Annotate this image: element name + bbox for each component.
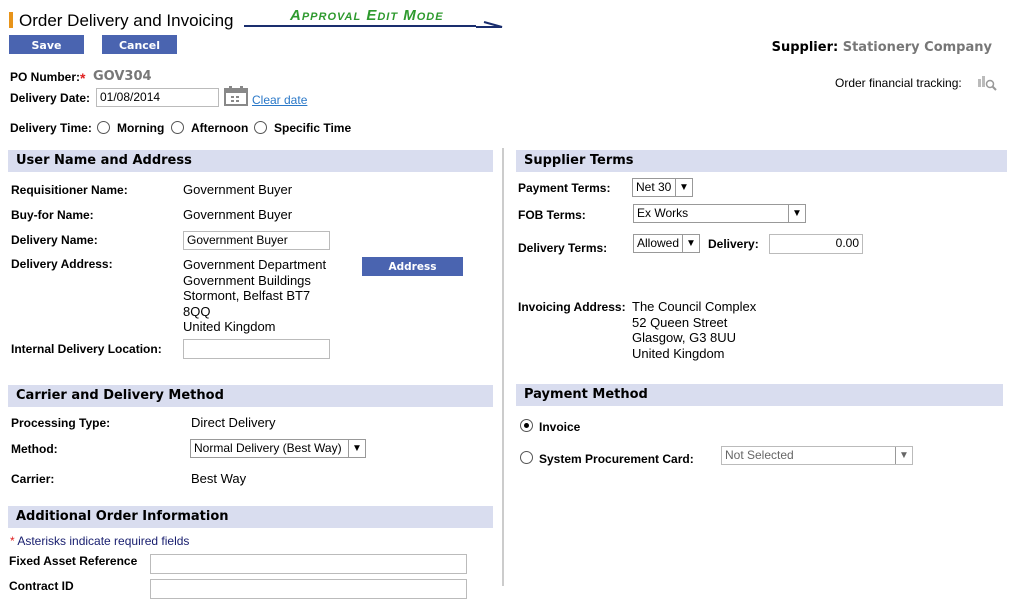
delivery-date-label: Delivery Date: [10, 91, 91, 105]
delivery-time-label: Delivery Time: [10, 121, 92, 135]
required-note: * Asterisks indicate required fields [10, 534, 190, 548]
delivery-name-label: Delivery Name: [11, 233, 98, 247]
invoice-radio[interactable] [520, 419, 533, 432]
contract-id-label: Contract ID [9, 579, 74, 593]
fixed-asset-label: Fixed Asset Reference [9, 554, 138, 568]
chevron-down-icon: ▼ [788, 205, 805, 222]
procurement-card-select[interactable]: Not Selected ▼ [721, 446, 913, 465]
method-label: Method: [11, 442, 58, 456]
supplier-value: Stationery Company [842, 40, 992, 55]
mode-underline [244, 21, 503, 28]
delivery-cost-label: Delivery: [708, 237, 759, 251]
processing-type-value: Direct Delivery [191, 415, 276, 430]
morning-radio[interactable] [97, 121, 110, 134]
processing-type-label: Processing Type: [11, 416, 111, 430]
page-title: Order Delivery and Invoicing [19, 11, 234, 30]
user-section-header: User Name and Address [8, 150, 493, 172]
delivery-cost-input[interactable]: 0.00 [769, 234, 863, 254]
supplier-terms-header: Supplier Terms [516, 150, 1007, 172]
additional-section-header: Additional Order Information [8, 506, 493, 528]
chevron-down-icon: ▼ [675, 179, 692, 196]
requisitioner-label: Requisitioner Name: [11, 183, 128, 197]
title-accent-bar [9, 12, 13, 28]
po-label: PO Number:* [10, 70, 86, 86]
contract-id-input[interactable] [150, 579, 467, 599]
invoicing-address: The Council Complex 52 Queen Street Glasgo… [632, 299, 757, 361]
procurement-card-radio[interactable] [520, 451, 533, 464]
afternoon-label: Afternoon [191, 121, 249, 135]
calendar-icon[interactable] [224, 86, 249, 106]
invoice-label: Invoice [539, 420, 581, 434]
buyfor-value: Government Buyer [183, 207, 293, 222]
chevron-down-icon: ▼ [348, 440, 365, 457]
internal-location-input[interactable] [183, 339, 330, 359]
requisitioner-value: Government Buyer [183, 182, 293, 197]
carrier-label: Carrier: [11, 472, 55, 486]
afternoon-radio[interactable] [171, 121, 184, 134]
chevron-down-icon: ▼ [895, 447, 912, 464]
delivery-address: Government Department Government Building… [183, 257, 327, 334]
fob-terms-label: FOB Terms: [518, 208, 586, 222]
delivery-terms-label: Delivery Terms: [518, 241, 608, 255]
delivery-address-label: Delivery Address: [11, 257, 113, 271]
procurement-card-label: System Procurement Card: [539, 452, 694, 466]
search-chart-icon[interactable] [977, 75, 997, 91]
address-lookup-button[interactable]: Address Lookup [362, 257, 463, 292]
buyfor-label: Buy-for Name: [11, 208, 94, 222]
invoicing-address-label: Invoicing Address: [518, 300, 626, 314]
carrier-section-header: Carrier and Delivery Method [8, 385, 493, 407]
payment-terms-label: Payment Terms: [518, 181, 611, 195]
delivery-name-input[interactable]: Government Buyer [183, 231, 330, 250]
clear-date-link[interactable]: Clear date [252, 93, 307, 107]
delivery-date-input[interactable]: 01/08/2014 [96, 88, 219, 107]
fob-terms-select[interactable]: Ex Works ▼ [633, 204, 806, 223]
supplier: Supplier: Stationery Company [772, 40, 992, 55]
fixed-asset-input[interactable] [150, 554, 467, 574]
column-divider [502, 148, 504, 586]
tracking-label: Order financial tracking: [835, 76, 962, 90]
morning-label: Morning [117, 121, 165, 135]
specific-time-label: Specific Time [274, 121, 352, 135]
internal-location-label: Internal Delivery Location: [11, 342, 162, 356]
carrier-value: Best Way [191, 471, 247, 486]
required-star: * [80, 70, 86, 86]
cancel-button[interactable]: Cancel [102, 35, 177, 54]
payment-method-header: Payment Method [516, 384, 1003, 406]
specific-time-radio[interactable] [254, 121, 267, 134]
supplier-label: Supplier: [771, 40, 839, 55]
save-button[interactable]: Save [9, 35, 84, 54]
method-select[interactable]: Normal Delivery (Best Way) ▼ [190, 439, 366, 458]
chevron-down-icon: ▼ [682, 235, 699, 252]
po-value: GOV304 [93, 69, 152, 84]
payment-terms-select[interactable]: Net 30 ▼ [632, 178, 693, 197]
delivery-terms-select[interactable]: Allowed ▼ [633, 234, 700, 253]
